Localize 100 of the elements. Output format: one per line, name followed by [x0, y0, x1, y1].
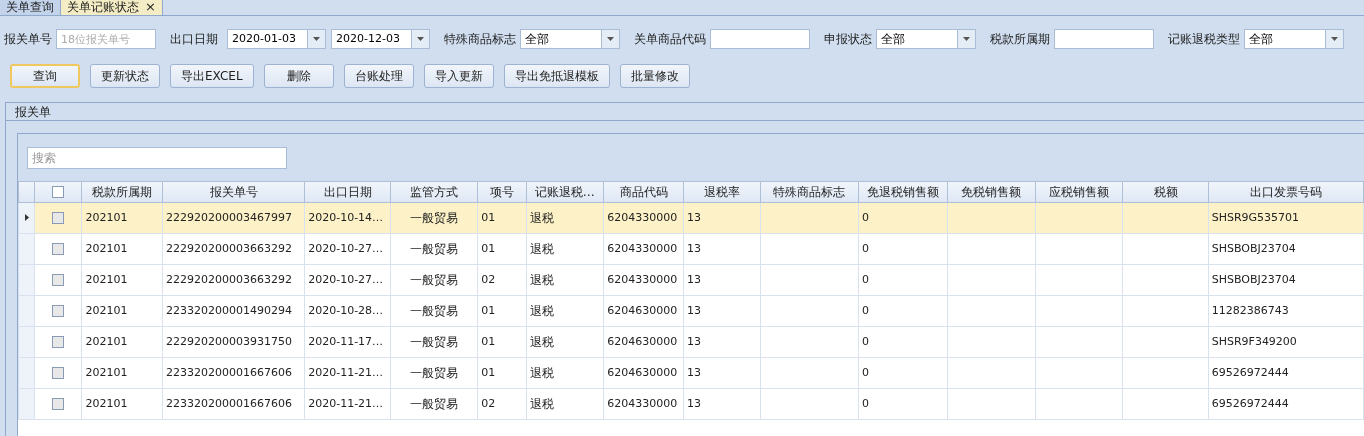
toolbar-button[interactable]: 导出免抵退模板: [503, 64, 610, 88]
row-checkbox[interactable]: [52, 211, 65, 224]
column-header[interactable]: 出口日期: [304, 181, 391, 203]
table-cell: 一般贸易: [410, 366, 459, 380]
column-header[interactable]: 报关单号: [162, 181, 305, 203]
dropdown-caret-icon[interactable]: [1325, 30, 1343, 48]
toolbar-button[interactable]: 导出EXCEL: [170, 64, 254, 88]
table-row[interactable]: 202101 222920200003931750 2020-11-17… 一般贸易 01 退税 6204630000 13 0 SHSR9F349200: [18, 326, 1364, 358]
table-cell: 0: [861, 396, 869, 410]
table-cell: 222920200003663292: [165, 241, 292, 255]
toolbar-button[interactable]: 台账处理: [343, 64, 414, 88]
toolbar-button[interactable]: 导入更新: [423, 64, 494, 88]
table-cell: 0: [861, 241, 869, 255]
table-cell: 退税: [529, 242, 554, 256]
table-cell: 01: [481, 210, 496, 224]
table-cell: 13: [686, 272, 701, 286]
table-row[interactable]: 202101 222920200003467997 2020-10-14… 一般贸易 01 退税 6204330000 13 0 SHSR9G535701: [18, 202, 1364, 234]
table-cell: 6204330000: [607, 241, 678, 255]
column-header[interactable]: 免退税销售额: [858, 181, 948, 203]
column-header[interactable]: 项号: [477, 181, 526, 203]
table-cell: 2020-11-21…: [308, 396, 384, 410]
table-cell: 6204630000: [607, 334, 678, 348]
filter-label: 出口日期: [170, 31, 218, 48]
table-cell: 01: [481, 303, 496, 317]
dropdown-field[interactable]: 全部: [520, 29, 620, 49]
table-cell: 69526972444: [1211, 365, 1289, 379]
table-cell: 01: [481, 334, 496, 348]
row-checkbox[interactable]: [52, 397, 65, 410]
table-cell: 0: [861, 303, 869, 317]
table-cell: 02: [481, 396, 496, 410]
toolbar-button[interactable]: 批量修改: [619, 64, 690, 88]
row-checkbox[interactable]: [52, 242, 65, 255]
date-picker[interactable]: 2020-12-03: [331, 29, 430, 49]
dropdown-field[interactable]: 全部: [1244, 29, 1344, 49]
table-cell: 202101: [85, 303, 128, 317]
tab[interactable]: 关单记账状态 ×: [61, 0, 163, 15]
text-field[interactable]: [710, 29, 810, 49]
toolbar-button[interactable]: 删除: [263, 64, 334, 88]
table-cell: 222920200003467997: [165, 210, 292, 224]
table-cell: 6204630000: [607, 303, 678, 317]
table-cell: 0: [861, 334, 869, 348]
table-cell: 一般贸易: [410, 211, 459, 225]
table-cell: 202101: [85, 334, 128, 348]
select-all-checkbox[interactable]: [52, 185, 65, 198]
table-row[interactable]: 202101 223320200001667606 2020-11-21… 一般贸易 01 退税 6204630000 13 0 69526972444: [18, 357, 1364, 389]
close-tab-icon[interactable]: ×: [145, 0, 156, 14]
table-cell: 01: [481, 365, 496, 379]
dropdown-caret-icon[interactable]: [957, 30, 975, 48]
column-header[interactable]: 商品代码: [603, 181, 684, 203]
table-cell: 11282386743: [1211, 303, 1289, 317]
column-header[interactable]: 应税销售额: [1035, 181, 1123, 203]
column-header[interactable]: 特殊商品标志: [760, 181, 859, 203]
row-checkbox[interactable]: [52, 335, 65, 348]
table-cell: 202101: [85, 241, 128, 255]
table-cell: 13: [686, 303, 701, 317]
tab[interactable]: 关单查询: [0, 0, 61, 15]
filter-label: 特殊商品标志: [444, 31, 516, 48]
table-cell: 退税: [529, 304, 554, 318]
table-cell: 202101: [85, 210, 128, 224]
table-cell: 退税: [529, 366, 554, 380]
table-cell: 2020-10-27…: [308, 241, 384, 255]
dropdown-caret-icon[interactable]: [601, 30, 619, 48]
toolbar-button[interactable]: 更新状态: [90, 64, 160, 88]
table-cell: SHSR9F349200: [1211, 334, 1297, 348]
text-field[interactable]: [1054, 29, 1154, 49]
column-header[interactable]: 税款所属期: [81, 181, 163, 203]
row-checkbox[interactable]: [52, 273, 65, 286]
row-pointer-icon: [24, 214, 29, 222]
table-cell: 0: [861, 272, 869, 286]
table-row[interactable]: 202101 222920200003663292 2020-10-27… 一般贸易 01 退税 6204330000 13 0 SHSBOBJ23704: [18, 233, 1364, 265]
table-row[interactable]: 202101 223320200001667606 2020-11-21… 一般贸易 02 退税 6204330000 13 0 69526972444: [18, 388, 1364, 420]
dropdown-caret-icon[interactable]: [411, 30, 429, 48]
text-field[interactable]: 18位报关单号: [56, 29, 156, 49]
table-cell: 2020-11-17…: [308, 334, 384, 348]
column-header[interactable]: 退税率: [683, 181, 761, 203]
filter-label: 记账退税类型: [1168, 31, 1240, 48]
date-picker[interactable]: 2020-01-03: [227, 29, 326, 49]
filter-label: 报关单号: [4, 31, 52, 48]
column-header[interactable]: 记账退税…: [526, 181, 604, 203]
table-cell: 一般贸易: [410, 304, 459, 318]
toolbar-button[interactable]: 查询: [10, 64, 80, 88]
table-row[interactable]: 202101 222920200003663292 2020-10-27… 一般贸易 02 退税 6204330000 13 0 SHSBOBJ23704: [18, 264, 1364, 296]
row-checkbox[interactable]: [52, 304, 65, 317]
search-field[interactable]: 搜索: [27, 146, 287, 169]
column-header[interactable]: 监管方式: [390, 181, 478, 203]
table-cell: 退税: [529, 211, 554, 225]
table-row[interactable]: 202101 223320200001490294 2020-10-28… 一般贸易 01 退税 6204630000 13 0 11282386743: [18, 295, 1364, 327]
dropdown-field[interactable]: 全部: [876, 29, 976, 49]
table-cell: 6204330000: [607, 210, 678, 224]
dropdown-caret-icon[interactable]: [307, 30, 325, 48]
table-cell: 一般贸易: [410, 273, 459, 287]
table-cell: 2020-10-27…: [308, 272, 384, 286]
table-cell: 2020-10-14…: [308, 210, 384, 224]
column-header[interactable]: 免税销售额: [947, 181, 1035, 203]
column-header[interactable]: 出口发票号码: [1208, 181, 1364, 203]
column-header[interactable]: 税额: [1122, 181, 1209, 203]
table-cell: 13: [686, 210, 701, 224]
row-checkbox[interactable]: [52, 366, 65, 379]
table-cell: SHSR9G535701: [1211, 210, 1300, 224]
filter-label: 税款所属期: [990, 31, 1050, 48]
